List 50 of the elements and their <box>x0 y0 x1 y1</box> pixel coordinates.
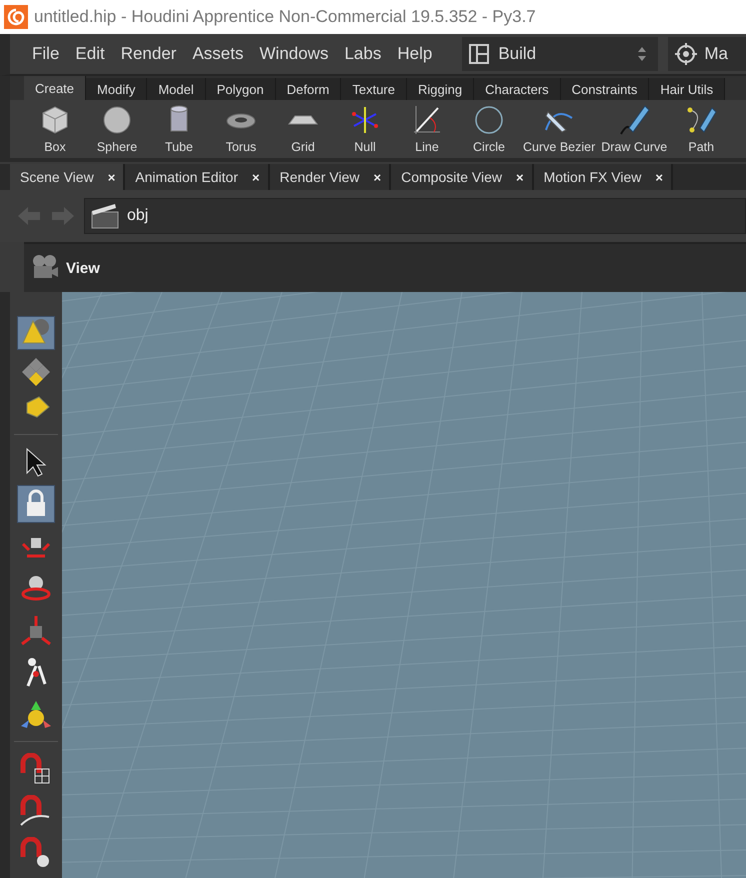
tool-label[interactable]: Tube <box>164 140 194 154</box>
tool-label[interactable]: Draw Curve <box>601 140 668 154</box>
target-icon <box>674 42 698 66</box>
scale-handle-icon <box>19 614 53 646</box>
shelf-tab[interactable]: Texture <box>341 78 407 100</box>
shelf-tab[interactable]: Polygon <box>206 78 276 100</box>
tool-label[interactable]: Curve Bezier <box>523 140 596 154</box>
pane-tab[interactable]: Motion FX View × <box>534 164 673 190</box>
menu-item[interactable]: File <box>24 44 68 64</box>
shelf-tab[interactable]: Hair Utils <box>649 78 726 100</box>
close-icon[interactable]: × <box>374 170 382 184</box>
shelf-tab[interactable]: Characters <box>474 78 561 100</box>
window-title: untitled.hip - Houdini Apprentice Non-Commercial 19.5.352 - Py3.7 <box>34 7 536 27</box>
pane-tab[interactable]: Render View × <box>270 164 392 190</box>
shelf-tab[interactable]: Modify <box>86 78 148 100</box>
pane-tab[interactable]: Composite View × <box>391 164 534 190</box>
tool-label[interactable]: Line <box>415 140 439 154</box>
close-icon[interactable]: × <box>108 170 116 184</box>
menu-item[interactable]: Labs <box>336 44 390 64</box>
grid-icon <box>288 115 318 125</box>
shelf-tab[interactable]: Create <box>24 76 86 100</box>
menu-item[interactable]: Help <box>389 44 440 64</box>
tool-button[interactable] <box>17 485 55 523</box>
menu-item[interactable]: Render <box>112 44 184 64</box>
app-logo-icon <box>4 5 28 29</box>
path-field[interactable]: obj <box>84 198 746 234</box>
menu-item[interactable]: Assets <box>184 44 252 64</box>
close-icon[interactable]: × <box>252 170 260 184</box>
shelf-tab[interactable]: Rigging <box>407 78 474 100</box>
tool-label[interactable]: Sphere <box>96 140 138 154</box>
tool-label[interactable]: Path <box>688 140 714 154</box>
shelf-tab[interactable]: Model <box>147 78 206 100</box>
menu-item[interactable]: Edit <box>67 44 113 64</box>
tool-label[interactable]: Circle <box>473 140 505 154</box>
close-icon[interactable]: × <box>516 170 524 184</box>
clapperboard-icon <box>91 203 119 229</box>
tool-label[interactable]: Grid <box>291 140 315 154</box>
tool-label[interactable]: Null <box>354 140 376 154</box>
tool-label[interactable]: Box <box>44 140 66 154</box>
desktop-dropdown[interactable]: Build <box>462 37 658 71</box>
pane-tab[interactable]: Animation Editor × <box>125 164 270 190</box>
toolbar-button[interactable]: Ma <box>668 37 746 71</box>
close-icon[interactable]: × <box>655 170 663 184</box>
view-label: View <box>66 260 100 276</box>
shelf-tab[interactable]: Deform <box>276 78 342 100</box>
shelf-tab[interactable]: Constraints <box>560 78 650 100</box>
pane-tab[interactable]: Scene View × <box>10 164 126 190</box>
layout-icon <box>468 43 490 65</box>
tool-label[interactable]: Torus <box>226 140 256 154</box>
menu-item[interactable]: Windows <box>252 44 336 64</box>
